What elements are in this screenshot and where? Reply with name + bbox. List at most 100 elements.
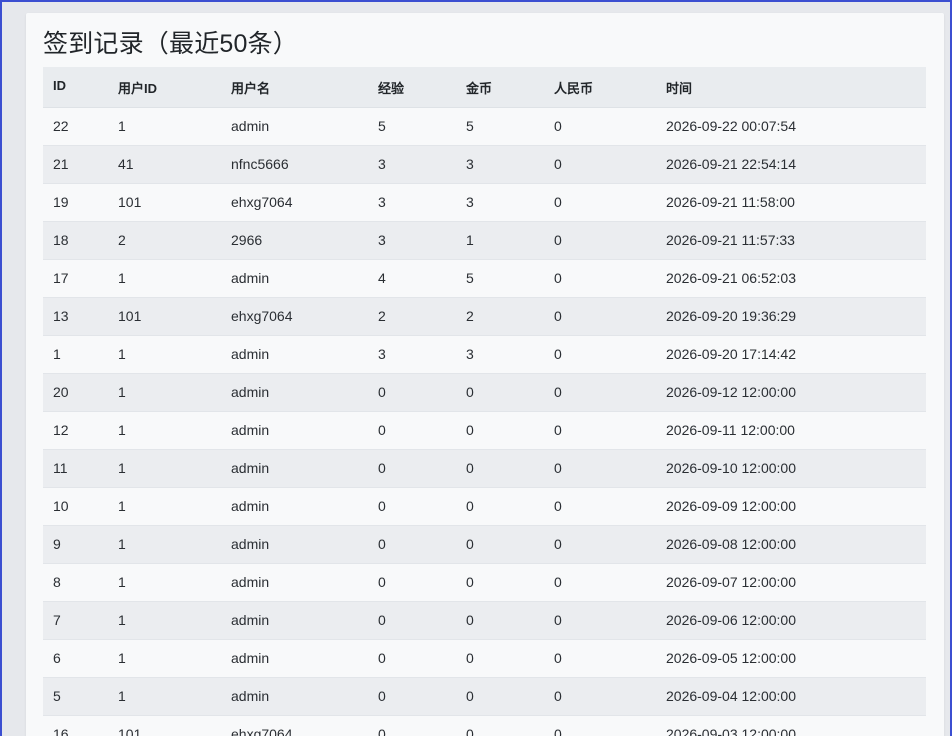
cell-id: 6 <box>43 638 108 677</box>
cell-username: admin <box>221 410 368 449</box>
table-row: 1 1 admin 3 3 0 2026-09-20 17:14:42 <box>43 334 926 373</box>
cell-rmb: 0 <box>544 638 656 677</box>
cell-username: admin <box>221 638 368 677</box>
column-header-user-id: 用户ID <box>108 67 221 108</box>
cell-experience: 3 <box>368 220 456 259</box>
table-row: 6 1 admin 0 0 0 2026-09-05 12:00:00 <box>43 638 926 677</box>
cell-username: admin <box>221 448 368 487</box>
table-row: 18 2 2966 3 1 0 2026-09-21 11:57:33 <box>43 220 926 259</box>
cell-user-id: 1 <box>108 562 221 601</box>
cell-user-id: 41 <box>108 144 221 183</box>
cell-username: admin <box>221 486 368 525</box>
cell-experience: 0 <box>368 600 456 639</box>
column-header-id: ID <box>43 67 108 108</box>
cell-gold: 5 <box>456 258 544 297</box>
table-body: 22 1 admin 5 5 0 2026-09-22 00:07:54 21 41 nfnc56… <box>43 106 926 736</box>
cell-rmb: 0 <box>544 334 656 373</box>
table-row: 16 101 ehxg7064 0 0 0 2026-09-03 12:00:00 <box>43 714 926 736</box>
cell-gold: 0 <box>456 562 544 601</box>
column-header-time: 时间 <box>656 67 926 108</box>
checkin-records-panel: 签到记录（最近50条） ID 用户ID 用户名 经验 金币 人民币 时间 22 1 admin 5… <box>26 13 944 736</box>
cell-time: 2026-09-08 12:00:00 <box>656 524 926 563</box>
cell-id: 19 <box>43 182 108 221</box>
cell-experience: 0 <box>368 410 456 449</box>
cell-username: admin <box>221 334 368 373</box>
cell-id: 22 <box>43 106 108 145</box>
cell-gold: 2 <box>456 296 544 335</box>
cell-time: 2026-09-20 19:36:29 <box>656 296 926 335</box>
column-header-rmb: 人民币 <box>544 67 656 108</box>
cell-username: ehxg7064 <box>221 182 368 221</box>
cell-username: admin <box>221 676 368 715</box>
cell-time: 2026-09-11 12:00:00 <box>656 410 926 449</box>
cell-user-id: 1 <box>108 334 221 373</box>
checkin-records-table: ID 用户ID 用户名 经验 金币 人民币 时间 22 1 admin 5 5 0 2026-09-22… <box>43 67 926 736</box>
cell-experience: 0 <box>368 562 456 601</box>
cell-user-id: 1 <box>108 676 221 715</box>
cell-experience: 0 <box>368 524 456 563</box>
cell-experience: 0 <box>368 676 456 715</box>
cell-gold: 3 <box>456 334 544 373</box>
cell-rmb: 0 <box>544 182 656 221</box>
cell-id: 9 <box>43 524 108 563</box>
cell-rmb: 0 <box>544 410 656 449</box>
cell-user-id: 1 <box>108 106 221 145</box>
cell-user-id: 1 <box>108 600 221 639</box>
cell-experience: 0 <box>368 372 456 411</box>
table-row: 12 1 admin 0 0 0 2026-09-11 12:00:00 <box>43 410 926 449</box>
cell-experience: 0 <box>368 638 456 677</box>
cell-user-id: 2 <box>108 220 221 259</box>
cell-id: 5 <box>43 676 108 715</box>
table-header-row: ID 用户ID 用户名 经验 金币 人民币 时间 <box>43 67 926 108</box>
cell-time: 2026-09-04 12:00:00 <box>656 676 926 715</box>
table-row: 10 1 admin 0 0 0 2026-09-09 12:00:00 <box>43 486 926 525</box>
cell-gold: 0 <box>456 372 544 411</box>
cell-id: 18 <box>43 220 108 259</box>
cell-user-id: 1 <box>108 486 221 525</box>
cell-user-id: 101 <box>108 296 221 335</box>
cell-username: admin <box>221 106 368 145</box>
cell-id: 7 <box>43 600 108 639</box>
cell-rmb: 0 <box>544 220 656 259</box>
cell-rmb: 0 <box>544 296 656 335</box>
cell-gold: 5 <box>456 106 544 145</box>
cell-gold: 0 <box>456 676 544 715</box>
cell-rmb: 0 <box>544 106 656 145</box>
cell-rmb: 0 <box>544 562 656 601</box>
cell-user-id: 1 <box>108 372 221 411</box>
cell-experience: 0 <box>368 448 456 487</box>
table-row: 20 1 admin 0 0 0 2026-09-12 12:00:00 <box>43 372 926 411</box>
cell-username: ehxg7064 <box>221 296 368 335</box>
cell-time: 2026-09-10 12:00:00 <box>656 448 926 487</box>
column-header-gold: 金币 <box>456 67 544 108</box>
table-row: 8 1 admin 0 0 0 2026-09-07 12:00:00 <box>43 562 926 601</box>
cell-user-id: 1 <box>108 410 221 449</box>
cell-username: 2966 <box>221 220 368 259</box>
table-row: 5 1 admin 0 0 0 2026-09-04 12:00:00 <box>43 676 926 715</box>
cell-gold: 0 <box>456 714 544 736</box>
cell-experience: 3 <box>368 144 456 183</box>
table-row: 22 1 admin 5 5 0 2026-09-22 00:07:54 <box>43 106 926 145</box>
cell-time: 2026-09-05 12:00:00 <box>656 638 926 677</box>
cell-time: 2026-09-22 00:07:54 <box>656 106 926 145</box>
cell-gold: 3 <box>456 182 544 221</box>
cell-username: nfnc5666 <box>221 144 368 183</box>
column-header-experience: 经验 <box>368 67 456 108</box>
cell-username: admin <box>221 258 368 297</box>
cell-user-id: 1 <box>108 638 221 677</box>
cell-rmb: 0 <box>544 258 656 297</box>
table-row: 11 1 admin 0 0 0 2026-09-10 12:00:00 <box>43 448 926 487</box>
cell-gold: 0 <box>456 600 544 639</box>
table-row: 7 1 admin 0 0 0 2026-09-06 12:00:00 <box>43 600 926 639</box>
cell-id: 1 <box>43 334 108 373</box>
cell-id: 16 <box>43 714 108 736</box>
cell-username: admin <box>221 524 368 563</box>
cell-rmb: 0 <box>544 676 656 715</box>
cell-time: 2026-09-21 11:58:00 <box>656 182 926 221</box>
cell-time: 2026-09-07 12:00:00 <box>656 562 926 601</box>
cell-user-id: 1 <box>108 448 221 487</box>
cell-time: 2026-09-12 12:00:00 <box>656 372 926 411</box>
cell-time: 2026-09-09 12:00:00 <box>656 486 926 525</box>
cell-id: 17 <box>43 258 108 297</box>
page-title: 签到记录（最近50条） <box>43 30 299 58</box>
